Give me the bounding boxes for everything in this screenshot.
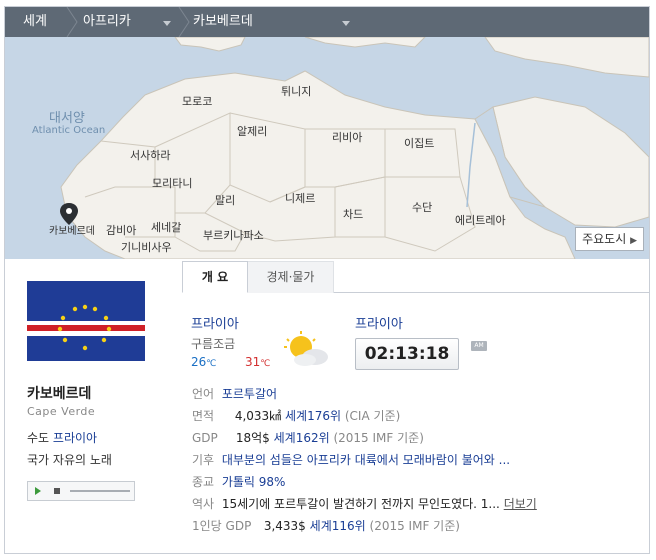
country-label[interactable]: 알제리 xyxy=(237,123,267,139)
breadcrumb-separator-icon xyxy=(178,7,190,37)
country-name-en: Cape Verde xyxy=(27,405,96,418)
am-pm-badge: AM xyxy=(471,341,487,351)
major-cities-button[interactable]: 주요도시 ▶ xyxy=(575,227,644,251)
anthem-name: 자유의 노래 xyxy=(52,453,112,467)
country-label[interactable]: 모로코 xyxy=(182,93,212,109)
fact-label: 언어 xyxy=(192,387,215,401)
fact-label: GDP xyxy=(192,431,218,445)
fact-gdp-per-capita: 1인당 GDP 3,433$ 세계116위 (2015 IMF 기준) xyxy=(192,517,460,534)
marker-label[interactable]: 카보베르데 xyxy=(49,222,95,237)
weather-condition: 구름조금 xyxy=(191,337,236,351)
ocean-label-en: Atlantic Ocean xyxy=(32,125,106,136)
fact-area: 면적 4,033㎢ 세계176위 (CIA 기준) xyxy=(192,407,400,424)
gdp-source: (2015 IMF 기준) xyxy=(333,431,424,445)
anthem-player xyxy=(27,481,135,501)
country-label[interactable]: 에리트레아 xyxy=(455,212,506,228)
gdp-value: 18억$ xyxy=(235,431,270,445)
country-label[interactable]: 말리 xyxy=(215,192,235,208)
fact-label: 역사 xyxy=(192,497,215,511)
chevron-down-icon[interactable] xyxy=(163,21,171,26)
gdp-per-capita-rank-link[interactable]: 세계116위 xyxy=(310,519,366,533)
audio-controls xyxy=(35,487,130,495)
fact-religion: 종교 가톨릭 98% xyxy=(192,473,285,490)
breadcrumb: 세계 아프리카 카보베르데 xyxy=(5,7,649,37)
ocean-label: 대서양 xyxy=(49,111,85,126)
fact-climate: 기후 대부분의 섬들은 아프리카 대륙에서 모래바람이 불어와 ... xyxy=(192,451,510,468)
time-city[interactable]: 프라이아 xyxy=(355,313,403,332)
area-rank-link[interactable]: 세계176위 xyxy=(285,409,341,423)
fact-label: 면적 xyxy=(192,409,215,423)
country-label[interactable]: 감비아 xyxy=(106,222,136,238)
capital-link[interactable]: 프라이아 xyxy=(53,431,97,445)
anthem-row: 국가 자유의 노래 xyxy=(27,451,112,468)
tab-overview[interactable]: 개 요 xyxy=(182,261,248,293)
religion-link[interactable]: 가톨릭 98% xyxy=(222,475,286,489)
gdp-per-capita-source: (2015 IMF 기준) xyxy=(369,519,460,533)
country-label[interactable]: 이집트 xyxy=(404,135,434,151)
fact-history: 역사 15세기에 포르투갈이 발견하기 전까지 무인도였다. 1... 더보기 xyxy=(192,495,537,512)
country-info-card: 세계 아프리카 카보베르데 대서양 Atlantic Ocean 튀니지 모로코… xyxy=(4,6,650,554)
country-summary: 카보베르데 Cape Verde 수도 프라이아 국가 자유의 노래 xyxy=(5,259,167,553)
country-label[interactable]: 서사하라 xyxy=(130,147,170,163)
breadcrumb-africa[interactable]: 아프리카 xyxy=(83,7,131,37)
country-label[interactable]: 수단 xyxy=(412,199,432,215)
breadcrumb-cape-verde[interactable]: 카보베르데 xyxy=(193,7,253,37)
country-label[interactable]: 모리타니 xyxy=(152,175,192,191)
country-label[interactable]: 튀니지 xyxy=(281,83,311,99)
gdp-rank-link[interactable]: 세계162위 xyxy=(274,431,330,445)
temp-low: 26℃ xyxy=(191,355,217,369)
chevron-down-icon[interactable] xyxy=(342,21,350,26)
major-cities-label: 주요도시 xyxy=(582,232,627,246)
tab-economy[interactable]: 경제·물가 xyxy=(248,261,334,293)
local-time-clock: 02:13:18 xyxy=(355,338,459,370)
language-link[interactable]: 포르투갈어 xyxy=(222,387,277,401)
country-label[interactable]: 차드 xyxy=(343,206,363,222)
info-tabs: 개 요 경제·물가 xyxy=(182,261,649,293)
breadcrumb-separator-icon xyxy=(66,7,78,37)
country-label[interactable]: 니제르 xyxy=(285,190,315,206)
country-label[interactable]: 기니비사우 xyxy=(121,239,172,255)
stop-icon[interactable] xyxy=(54,488,60,494)
africa-map-graphic xyxy=(60,37,649,259)
history-text: 15세기에 포르투갈이 발견하기 전까지 무인도였다. 1... xyxy=(221,497,500,511)
area-source: (CIA 기준) xyxy=(344,409,401,423)
capital-label: 수도 xyxy=(27,431,50,445)
region-map[interactable]: 대서양 Atlantic Ocean 튀니지 모로코 알제리 리비아 이집트 서… xyxy=(5,37,649,259)
anthem-label: 국가 xyxy=(27,453,50,467)
national-flag xyxy=(27,281,145,361)
country-label[interactable]: 부르키나파소 xyxy=(203,227,264,243)
play-icon[interactable] xyxy=(35,487,41,495)
play-right-icon: ▶ xyxy=(630,236,637,246)
country-name: 카보베르데 xyxy=(27,386,92,402)
gdp-per-capita-value: 3,433$ xyxy=(263,519,306,533)
temp-high: 31℃ xyxy=(245,355,271,369)
weather-city[interactable]: 프라이아 xyxy=(191,313,239,332)
area-value: 4,033㎢ xyxy=(234,409,282,423)
fact-gdp: GDP 18억$ 세계162위 (2015 IMF 기준) xyxy=(192,429,424,446)
fact-language: 언어 포르투갈어 xyxy=(192,385,277,402)
country-label[interactable]: 세네갈 xyxy=(151,219,181,235)
capital-row: 수도 프라이아 xyxy=(27,429,97,446)
breadcrumb-world[interactable]: 세계 xyxy=(23,7,47,37)
climate-link[interactable]: 대부분의 섬들은 아프리카 대륙에서 모래바람이 불어와 ... xyxy=(222,453,510,467)
more-link[interactable]: 더보기 xyxy=(504,497,537,511)
fact-label: 종교 xyxy=(192,475,215,489)
country-label[interactable]: 리비아 xyxy=(332,129,362,145)
fact-label: 기후 xyxy=(192,453,215,467)
partly-cloudy-icon xyxy=(284,331,328,366)
fact-label: 1인당 GDP xyxy=(192,519,252,533)
